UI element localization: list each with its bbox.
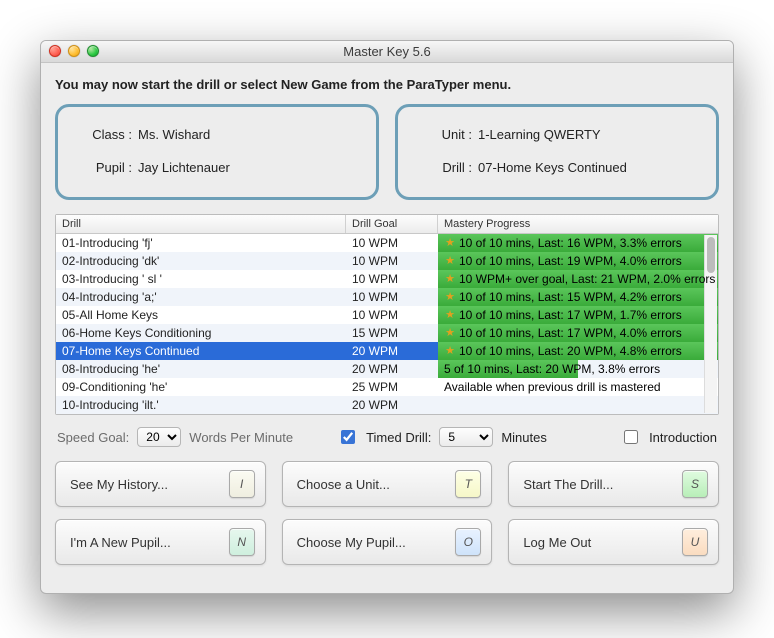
- unit-panel: Unit : 1-Learning QWERTY Drill : 07-Home…: [395, 104, 719, 200]
- drill-goal: 20 WPM: [346, 396, 438, 414]
- drill-progress: ★10 of 10 mins, Last: 15 WPM, 4.2% error…: [438, 288, 718, 306]
- info-panels: Class : Ms. Wishard Pupil : Jay Lichtena…: [55, 104, 719, 200]
- app-window: Master Key 5.6 You may now start the dri…: [40, 40, 734, 594]
- keycap-o: O: [455, 528, 481, 556]
- star-icon: ★: [444, 270, 456, 288]
- drill-value: 07-Home Keys Continued: [478, 160, 627, 175]
- content: You may now start the drill or select Ne…: [41, 63, 733, 593]
- timed-drill-label: Timed Drill:: [366, 430, 431, 445]
- keycap-u: U: [682, 528, 708, 556]
- drill-table: Drill Drill Goal Mastery Progress 01-Int…: [55, 214, 719, 415]
- star-icon: ★: [444, 306, 456, 324]
- minutes-label: Minutes: [501, 430, 547, 445]
- unit-label: Unit :: [416, 127, 472, 142]
- header-progress[interactable]: Mastery Progress: [438, 215, 718, 233]
- controls-row: Speed Goal: 20 Words Per Minute Timed Dr…: [55, 427, 719, 447]
- table-row[interactable]: 06-Home Keys Conditioning15 WPM★10 of 10…: [56, 324, 718, 342]
- minimize-icon[interactable]: [68, 45, 80, 57]
- header-drill[interactable]: Drill: [56, 215, 346, 233]
- drill-name: 05-All Home Keys: [56, 306, 346, 324]
- zoom-icon[interactable]: [87, 45, 99, 57]
- introduction-checkbox[interactable]: [624, 430, 638, 444]
- speed-unit-label: Words Per Minute: [189, 430, 293, 445]
- choose-unit-button[interactable]: Choose a Unit... T: [282, 461, 493, 507]
- drill-progress: 5 of 10 mins, Last: 20 WPM, 3.8% errors: [438, 360, 718, 378]
- drill-goal: 20 WPM: [346, 342, 438, 360]
- titlebar[interactable]: Master Key 5.6: [41, 41, 733, 63]
- pupil-label: Pupil :: [76, 160, 132, 175]
- window-controls: [49, 45, 99, 57]
- drill-goal: 10 WPM: [346, 252, 438, 270]
- drill-name: 01-Introducing 'fj': [56, 234, 346, 252]
- table-body: 01-Introducing 'fj'10 WPM★10 of 10 mins,…: [56, 234, 718, 414]
- keycap-t: T: [455, 470, 481, 498]
- keycap-s: S: [682, 470, 708, 498]
- keycap-i: I: [229, 470, 255, 498]
- table-row[interactable]: 01-Introducing 'fj'10 WPM★10 of 10 mins,…: [56, 234, 718, 252]
- table-row[interactable]: 08-Introducing 'he'20 WPM5 of 10 mins, L…: [56, 360, 718, 378]
- drill-progress: ★10 of 10 mins, Last: 20 WPM, 4.8% error…: [438, 342, 718, 360]
- table-row[interactable]: 10-Introducing 'ilt.'20 WPM: [56, 396, 718, 414]
- table-row[interactable]: 03-Introducing ' sl '10 WPM★10 WPM+ over…: [56, 270, 718, 288]
- table-row[interactable]: 05-All Home Keys10 WPM★10 of 10 mins, La…: [56, 306, 718, 324]
- drill-goal: 10 WPM: [346, 306, 438, 324]
- drill-name: 10-Introducing 'ilt.': [56, 396, 346, 414]
- choose-pupil-button[interactable]: Choose My Pupil... O: [282, 519, 493, 565]
- unit-value: 1-Learning QWERTY: [478, 127, 601, 142]
- drill-progress: [438, 396, 718, 414]
- drill-goal: 10 WPM: [346, 234, 438, 252]
- drill-label: Drill :: [416, 160, 472, 175]
- drill-name: 04-Introducing 'a;': [56, 288, 346, 306]
- header-goal[interactable]: Drill Goal: [346, 215, 438, 233]
- drill-name: 07-Home Keys Continued: [56, 342, 346, 360]
- introduction-label: Introduction: [649, 430, 717, 445]
- see-history-button[interactable]: See My History... I: [55, 461, 266, 507]
- logout-button[interactable]: Log Me Out U: [508, 519, 719, 565]
- instruction-text: You may now start the drill or select Ne…: [55, 77, 719, 92]
- drill-progress: ★10 WPM+ over goal, Last: 21 WPM, 2.0% e…: [438, 270, 718, 288]
- class-value: Ms. Wishard: [138, 127, 210, 142]
- new-pupil-button[interactable]: I'm A New Pupil... N: [55, 519, 266, 565]
- star-icon: ★: [444, 342, 456, 360]
- table-row[interactable]: 07-Home Keys Continued20 WPM★10 of 10 mi…: [56, 342, 718, 360]
- close-icon[interactable]: [49, 45, 61, 57]
- star-icon: ★: [444, 234, 456, 252]
- drill-goal: 20 WPM: [346, 360, 438, 378]
- drill-progress: ★10 of 10 mins, Last: 16 WPM, 3.3% error…: [438, 234, 718, 252]
- button-row-1: See My History... I Choose a Unit... T S…: [55, 461, 719, 507]
- drill-goal: 10 WPM: [346, 270, 438, 288]
- class-label: Class :: [76, 127, 132, 142]
- star-icon: ★: [444, 252, 456, 270]
- speed-goal-label: Speed Goal:: [57, 430, 129, 445]
- timed-minutes-select[interactable]: 5: [439, 427, 493, 447]
- drill-goal: 15 WPM: [346, 324, 438, 342]
- drill-goal: 25 WPM: [346, 378, 438, 396]
- drill-goal: 10 WPM: [346, 288, 438, 306]
- drill-progress: ★10 of 10 mins, Last: 19 WPM, 4.0% error…: [438, 252, 718, 270]
- table-row[interactable]: 02-Introducing 'dk'10 WPM★10 of 10 mins,…: [56, 252, 718, 270]
- star-icon: ★: [444, 288, 456, 306]
- pupil-value: Jay Lichtenauer: [138, 160, 230, 175]
- drill-progress: ★10 of 10 mins, Last: 17 WPM, 4.0% error…: [438, 324, 718, 342]
- window-title: Master Key 5.6: [343, 44, 430, 59]
- table-row[interactable]: 09-Conditioning 'he'25 WPMAvailable when…: [56, 378, 718, 396]
- speed-goal-select[interactable]: 20: [137, 427, 181, 447]
- drill-name: 06-Home Keys Conditioning: [56, 324, 346, 342]
- keycap-n: N: [229, 528, 255, 556]
- table-row[interactable]: 04-Introducing 'a;'10 WPM★10 of 10 mins,…: [56, 288, 718, 306]
- button-row-2: I'm A New Pupil... N Choose My Pupil... …: [55, 519, 719, 565]
- class-panel: Class : Ms. Wishard Pupil : Jay Lichtena…: [55, 104, 379, 200]
- star-icon: ★: [444, 324, 456, 342]
- drill-name: 03-Introducing ' sl ': [56, 270, 346, 288]
- timed-drill-checkbox[interactable]: [341, 430, 355, 444]
- drill-name: 09-Conditioning 'he': [56, 378, 346, 396]
- drill-progress: Available when previous drill is mastere…: [438, 378, 718, 396]
- drill-name: 02-Introducing 'dk': [56, 252, 346, 270]
- start-drill-button[interactable]: Start The Drill... S: [508, 461, 719, 507]
- table-header: Drill Drill Goal Mastery Progress: [56, 215, 718, 234]
- drill-progress: ★10 of 10 mins, Last: 17 WPM, 1.7% error…: [438, 306, 718, 324]
- drill-name: 08-Introducing 'he': [56, 360, 346, 378]
